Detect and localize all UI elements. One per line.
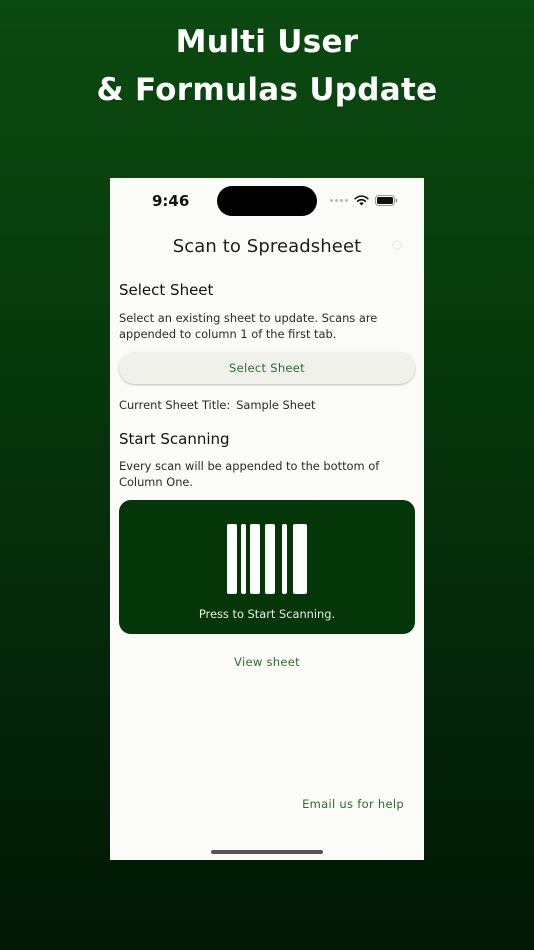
promo-headline: Multi User & Formulas Update — [0, 18, 534, 114]
select-sheet-button[interactable]: Select Sheet — [119, 352, 415, 384]
home-indicator — [211, 850, 323, 854]
select-sheet-heading: Select Sheet — [119, 281, 214, 299]
status-bar: 9:46 — [110, 178, 424, 228]
current-sheet-label: Current Sheet Title: — [119, 398, 231, 412]
phone-screen: 9:46 Scan to Spreadsheet Select Sheet Se… — [110, 178, 424, 860]
scan-panel-label: Press to Start Scanning. — [198, 607, 336, 621]
wifi-icon — [354, 195, 369, 206]
app-title: Scan to Spreadsheet — [172, 236, 362, 257]
battery-icon — [375, 195, 398, 206]
current-sheet-value: Sample Sheet — [236, 398, 316, 412]
start-scanning-description: Every scan will be appended to the botto… — [119, 459, 380, 489]
select-sheet-description: Select an existing sheet to update. Scan… — [119, 311, 378, 341]
promo-line-2: & Formulas Update — [96, 72, 438, 108]
start-scanning-button[interactable]: Press to Start Scanning. — [119, 500, 415, 634]
view-sheet-link[interactable]: View sheet — [110, 655, 424, 669]
barcode-icon — [227, 524, 307, 599]
dynamic-island — [217, 186, 317, 216]
status-icons — [330, 195, 398, 206]
gear-icon[interactable] — [390, 238, 404, 252]
current-sheet-title: Current Sheet Title: Sample Sheet — [119, 398, 315, 412]
promo-line-1: Multi User — [175, 24, 359, 60]
start-scanning-heading: Start Scanning — [119, 430, 230, 448]
email-help-link[interactable]: Email us for help — [302, 797, 404, 811]
cellular-signal-icon — [330, 199, 348, 202]
status-time: 9:46 — [152, 192, 190, 210]
